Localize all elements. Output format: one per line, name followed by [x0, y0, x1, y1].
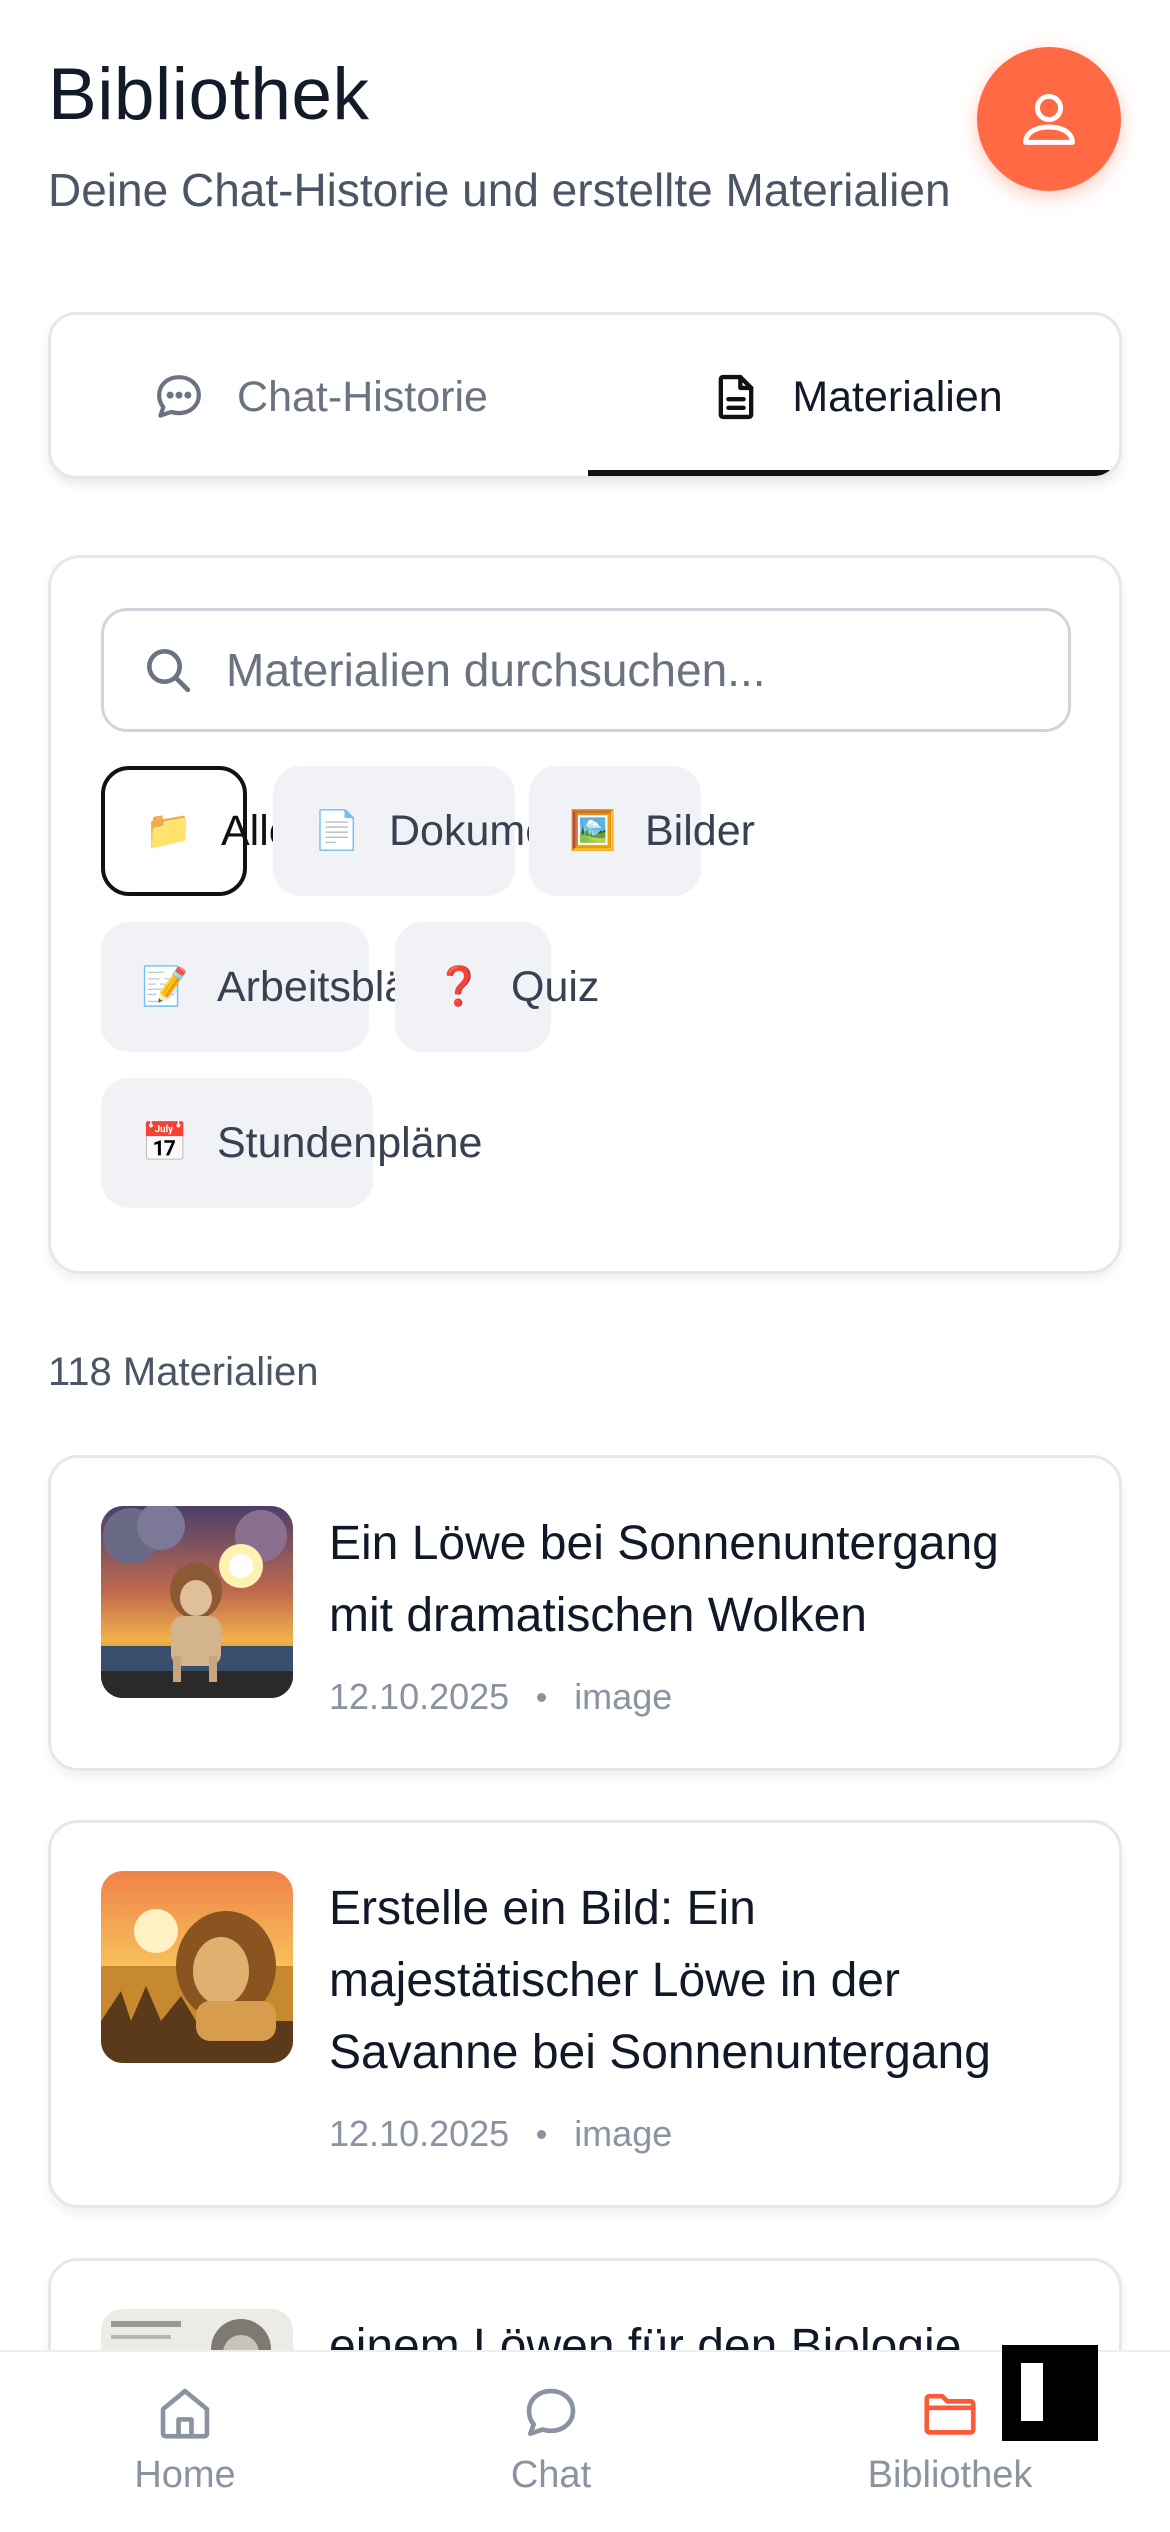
memo-emoji-icon: 📝 [141, 966, 189, 1008]
material-thumbnail [101, 1871, 293, 2063]
filter-chip-bilder[interactable]: 🖼️ Bilder [529, 766, 755, 896]
marker-bar [1021, 2363, 1043, 2421]
chip-label: Quiz [511, 962, 600, 1011]
folder-icon [924, 2393, 976, 2435]
tab-label: Chat-Historie [237, 372, 488, 421]
nav-label: Home [134, 2454, 236, 2496]
material-card[interactable]: Erstelle ein Bild: Ein majestätischer Lö… [48, 1820, 1122, 2208]
home-icon [160, 2388, 210, 2439]
search-icon [147, 649, 191, 693]
material-card[interactable]: Ein Löwe bei Sonnenuntergang mit dramati… [48, 1455, 1122, 1771]
document-icon [710, 369, 762, 425]
material-meta: 12.10.2025 image [329, 1676, 672, 1718]
tab-label: Materialien [792, 372, 1003, 421]
profile-button[interactable] [977, 47, 1121, 191]
calendar-emoji-icon: 📅 [141, 1122, 189, 1164]
chip-label: Bilder [645, 806, 755, 855]
chip-label: Stundenpläne [217, 1118, 483, 1167]
chat-icon [526, 2388, 576, 2436]
page-subtitle: Deine Chat-Historie und erstellte Materi… [48, 164, 951, 216]
search-input[interactable]: Materialien durchsuchen... [101, 608, 1071, 732]
bottom-navigation: Home Chat Bibliothek [0, 2350, 1170, 2532]
page-header: Bibliothek Deine Chat-Historie und erste… [48, 50, 1048, 220]
material-title: Ein Löwe bei Sonnenuntergang mit dramati… [329, 1517, 999, 1642]
active-tab-indicator [588, 470, 1119, 476]
material-title: Erstelle ein Bild: Ein majestätischer Lö… [329, 1882, 991, 2079]
chat-bubble-icon [151, 369, 207, 425]
page-title: Bibliothek [48, 54, 370, 135]
nav-label: Chat [510, 2454, 592, 2496]
folder-emoji-icon: 📁 [145, 810, 193, 852]
material-date: 12.10.2025 [329, 1676, 510, 1717]
search-placeholder: Materialien durchsuchen... [226, 644, 766, 696]
overlay-marker [1002, 2345, 1098, 2441]
nav-label: Bibliothek [867, 2454, 1033, 2496]
tab-materialien[interactable]: Materialien [588, 315, 1119, 476]
filter-chip-dokumente[interactable]: 📄 Dokumente [273, 766, 609, 896]
material-date: 12.10.2025 [329, 2113, 510, 2154]
filter-chip-quiz[interactable]: ❓ Quiz [395, 922, 599, 1052]
nav-home[interactable]: Home [55, 2382, 315, 2497]
filter-chip-alle[interactable]: 📁 Alle [101, 766, 293, 896]
filter-chip-arbeitsblaetter[interactable]: 📝 Arbeitsblätter [101, 922, 470, 1052]
materials-count: 118 Materialien [48, 1350, 319, 1394]
separator-dot [537, 1692, 547, 1702]
separator-dot [537, 2129, 547, 2139]
material-type: image [574, 2113, 673, 2154]
filter-card: Materialien durchsuchen... 📁 Alle 📄 Doku… [48, 555, 1122, 1274]
tab-chat-historie[interactable]: Chat-Historie [51, 315, 588, 476]
tab-bar: Chat-Historie Materialien [48, 312, 1122, 479]
material-meta: 12.10.2025 image [329, 2113, 672, 2155]
picture-emoji-icon: 🖼️ [569, 810, 617, 852]
document-emoji-icon: 📄 [313, 810, 361, 852]
question-emoji-icon: ❓ [435, 966, 483, 1008]
material-type: image [574, 1676, 673, 1717]
nav-chat[interactable]: Chat [421, 2382, 681, 2497]
filter-chip-stundenplaene[interactable]: 📅 Stundenpläne [101, 1078, 482, 1208]
material-thumbnail [101, 1506, 293, 1698]
user-icon [1023, 93, 1075, 145]
